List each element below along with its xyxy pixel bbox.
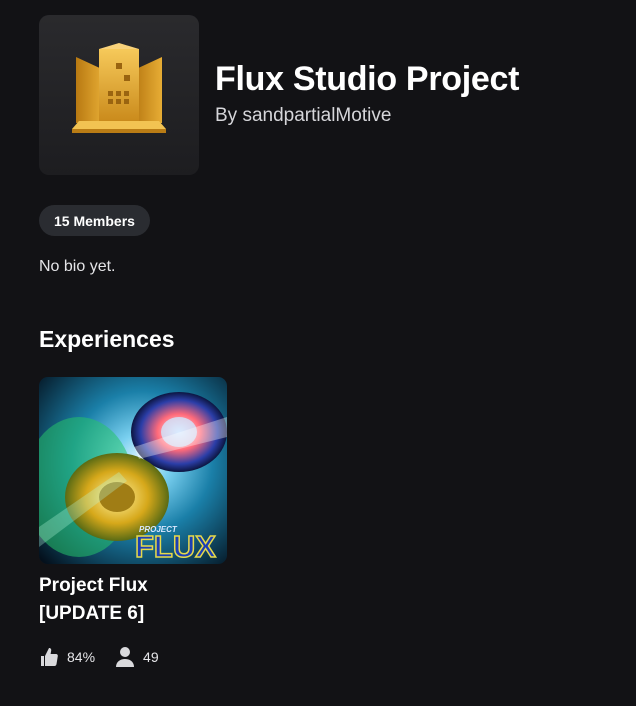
experiences-heading: Experiences	[39, 326, 175, 352]
experience-thumbnail[interactable]: PROJECT FLUX	[39, 377, 227, 564]
experience-stats: 84% 49	[39, 645, 179, 669]
like-ratio-stat: 84%	[39, 647, 95, 667]
experience-card[interactable]: PROJECT FLUX Project Flux [UPDATE 6]	[39, 377, 227, 628]
members-badge: 15 Members	[39, 205, 150, 236]
thumbs-up-icon	[41, 648, 58, 666]
experience-title[interactable]: Project Flux [UPDATE 6]	[39, 572, 219, 628]
group-owner: By sandpartialMotive	[215, 105, 391, 127]
group-bio: No bio yet.	[39, 258, 116, 275]
like-ratio: 84%	[67, 649, 96, 665]
owner-prefix: By	[215, 105, 238, 126]
group-name: Flux Studio Project	[215, 60, 520, 98]
gold-building-icon	[72, 43, 166, 133]
person-icon	[116, 647, 135, 667]
thumbnail-logo-main: FLUX	[135, 529, 216, 564]
player-count-stat: 49	[115, 646, 159, 668]
group-icon	[39, 15, 199, 175]
owner-link[interactable]: sandpartialMotive	[242, 105, 391, 126]
player-count: 49	[143, 649, 159, 665]
